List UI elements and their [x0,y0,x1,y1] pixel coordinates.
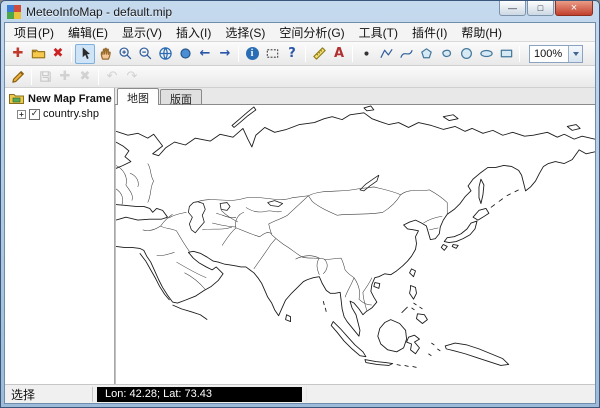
new-circle-icon[interactable] [456,44,476,64]
title-bar[interactable]: MeteoInfoMap - default.mip — □ × [1,1,599,22]
islands [232,106,580,367]
zoom-previous-icon[interactable]: ← [195,44,215,64]
coordinate-display: Lon: 42.28; Lat: 73.43 [97,387,302,402]
toolbar-separator [71,46,72,62]
new-polyline-icon[interactable] [376,44,396,64]
menu-plugin[interactable]: 插件(I) [405,23,454,42]
status-bar: 选择 Lon: 42.28; Lat: 73.43 [5,384,595,403]
coastlines [116,113,595,336]
map-view: 地图 版面 [115,88,595,384]
toolbar-separator [305,46,306,62]
select-feature-icon[interactable] [262,44,282,64]
open-project-icon[interactable] [28,44,48,64]
new-curve-polygon-icon[interactable] [436,44,456,64]
new-curve-icon[interactable] [396,44,416,64]
start-edit-icon[interactable] [8,67,28,87]
layer-label: country.shp [43,108,99,120]
app-window: MeteoInfoMap - default.mip — □ × 项目(P)编辑… [0,0,600,408]
save-edits-icon [35,67,55,87]
edit-toolbar-icons: ✚✖ ↶↷ [8,67,142,87]
zoom-value: 100% [530,46,568,62]
zoom-next-icon[interactable]: → [215,44,235,64]
layer-checkbox[interactable]: ✓ [29,109,40,120]
remove-layer-icon[interactable]: ✖ [48,44,68,64]
main-toolbar: ✚ ✖ ←→ i? A 100% [5,42,595,66]
country-borders [116,164,447,311]
map-frame-icon [9,92,24,105]
client-area: 项目(P)编辑(E)显示(V)插入(I)选择(S)空间分析(G)工具(T)插件(… [4,22,596,404]
redo-edit-icon: ↷ [122,67,142,87]
toolbar-separator [31,69,32,85]
close-button[interactable]: × [555,1,593,16]
toolbar-separator [519,46,520,62]
maximize-button[interactable]: □ [527,1,554,16]
menu-help[interactable]: 帮助(H) [454,23,509,42]
main-area: New Map Frame + ✓ country.shp 地图 版面 [5,88,595,384]
menu-select[interactable]: 选择(S) [218,23,272,42]
tab-map[interactable]: 地图 [117,88,159,105]
menu-bar: 项目(P)编辑(E)显示(V)插入(I)选择(S)空间分析(G)工具(T)插件(… [5,23,595,42]
check-icon: ✓ [31,110,39,119]
measure-icon[interactable] [309,44,329,64]
legend-panel: New Map Frame + ✓ country.shp [5,88,115,384]
combo-dropdown-icon[interactable] [568,46,582,62]
menu-insert[interactable]: 插入(I) [169,23,218,42]
window-title: MeteoInfoMap - default.mip [26,5,172,19]
app-icon [7,5,21,19]
whats-this-icon[interactable]: ? [282,44,302,64]
full-extent-icon[interactable] [155,44,175,64]
new-rectangle-icon[interactable] [496,44,516,64]
new-point-icon[interactable] [356,44,376,64]
menu-geoprocess[interactable]: 空间分析(G) [272,23,351,42]
minimize-button[interactable]: — [499,1,526,16]
legend-layer-node[interactable]: + ✓ country.shp [17,108,112,120]
add-feature-icon: ✚ [55,67,75,87]
status-mode: 选择 [9,387,93,402]
zoom-combo[interactable]: 100% [529,45,583,63]
view-tabs: 地图 版面 [115,88,595,105]
toolbar-separator [238,46,239,62]
zoom-out-icon[interactable] [135,44,155,64]
menu-edit[interactable]: 编辑(E) [61,23,115,42]
toolbar-separator [98,69,99,85]
map-canvas[interactable] [115,105,595,384]
main-toolbar-icons: ✚ ✖ ←→ i? A [8,44,523,64]
legend-root-node[interactable]: New Map Frame [7,91,112,106]
label-icon[interactable]: A [329,44,349,64]
pan-tool-icon[interactable] [95,44,115,64]
zoom-layer-icon[interactable] [175,44,195,64]
map-frame-label: New Map Frame [28,93,112,105]
tab-layout[interactable]: 版面 [160,89,202,104]
new-polygon-icon[interactable] [416,44,436,64]
menu-view[interactable]: 显示(V) [115,23,169,42]
expand-icon[interactable]: + [17,110,26,119]
window-controls: — □ × [498,1,593,16]
menu-project[interactable]: 项目(P) [7,23,61,42]
menu-tools[interactable]: 工具(T) [352,23,405,42]
select-tool-icon[interactable] [75,44,95,64]
toolbar-separator [352,46,353,62]
status-filler [306,387,591,402]
edit-toolbar: ✚✖ ↶↷ [5,66,595,88]
remove-feature-icon: ✖ [75,67,95,87]
undo-edit-icon: ↶ [102,67,122,87]
identify-icon[interactable]: i [242,44,262,64]
add-layer-icon[interactable]: ✚ [8,44,28,64]
new-ellipse-icon[interactable] [476,44,496,64]
zoom-in-icon[interactable] [115,44,135,64]
